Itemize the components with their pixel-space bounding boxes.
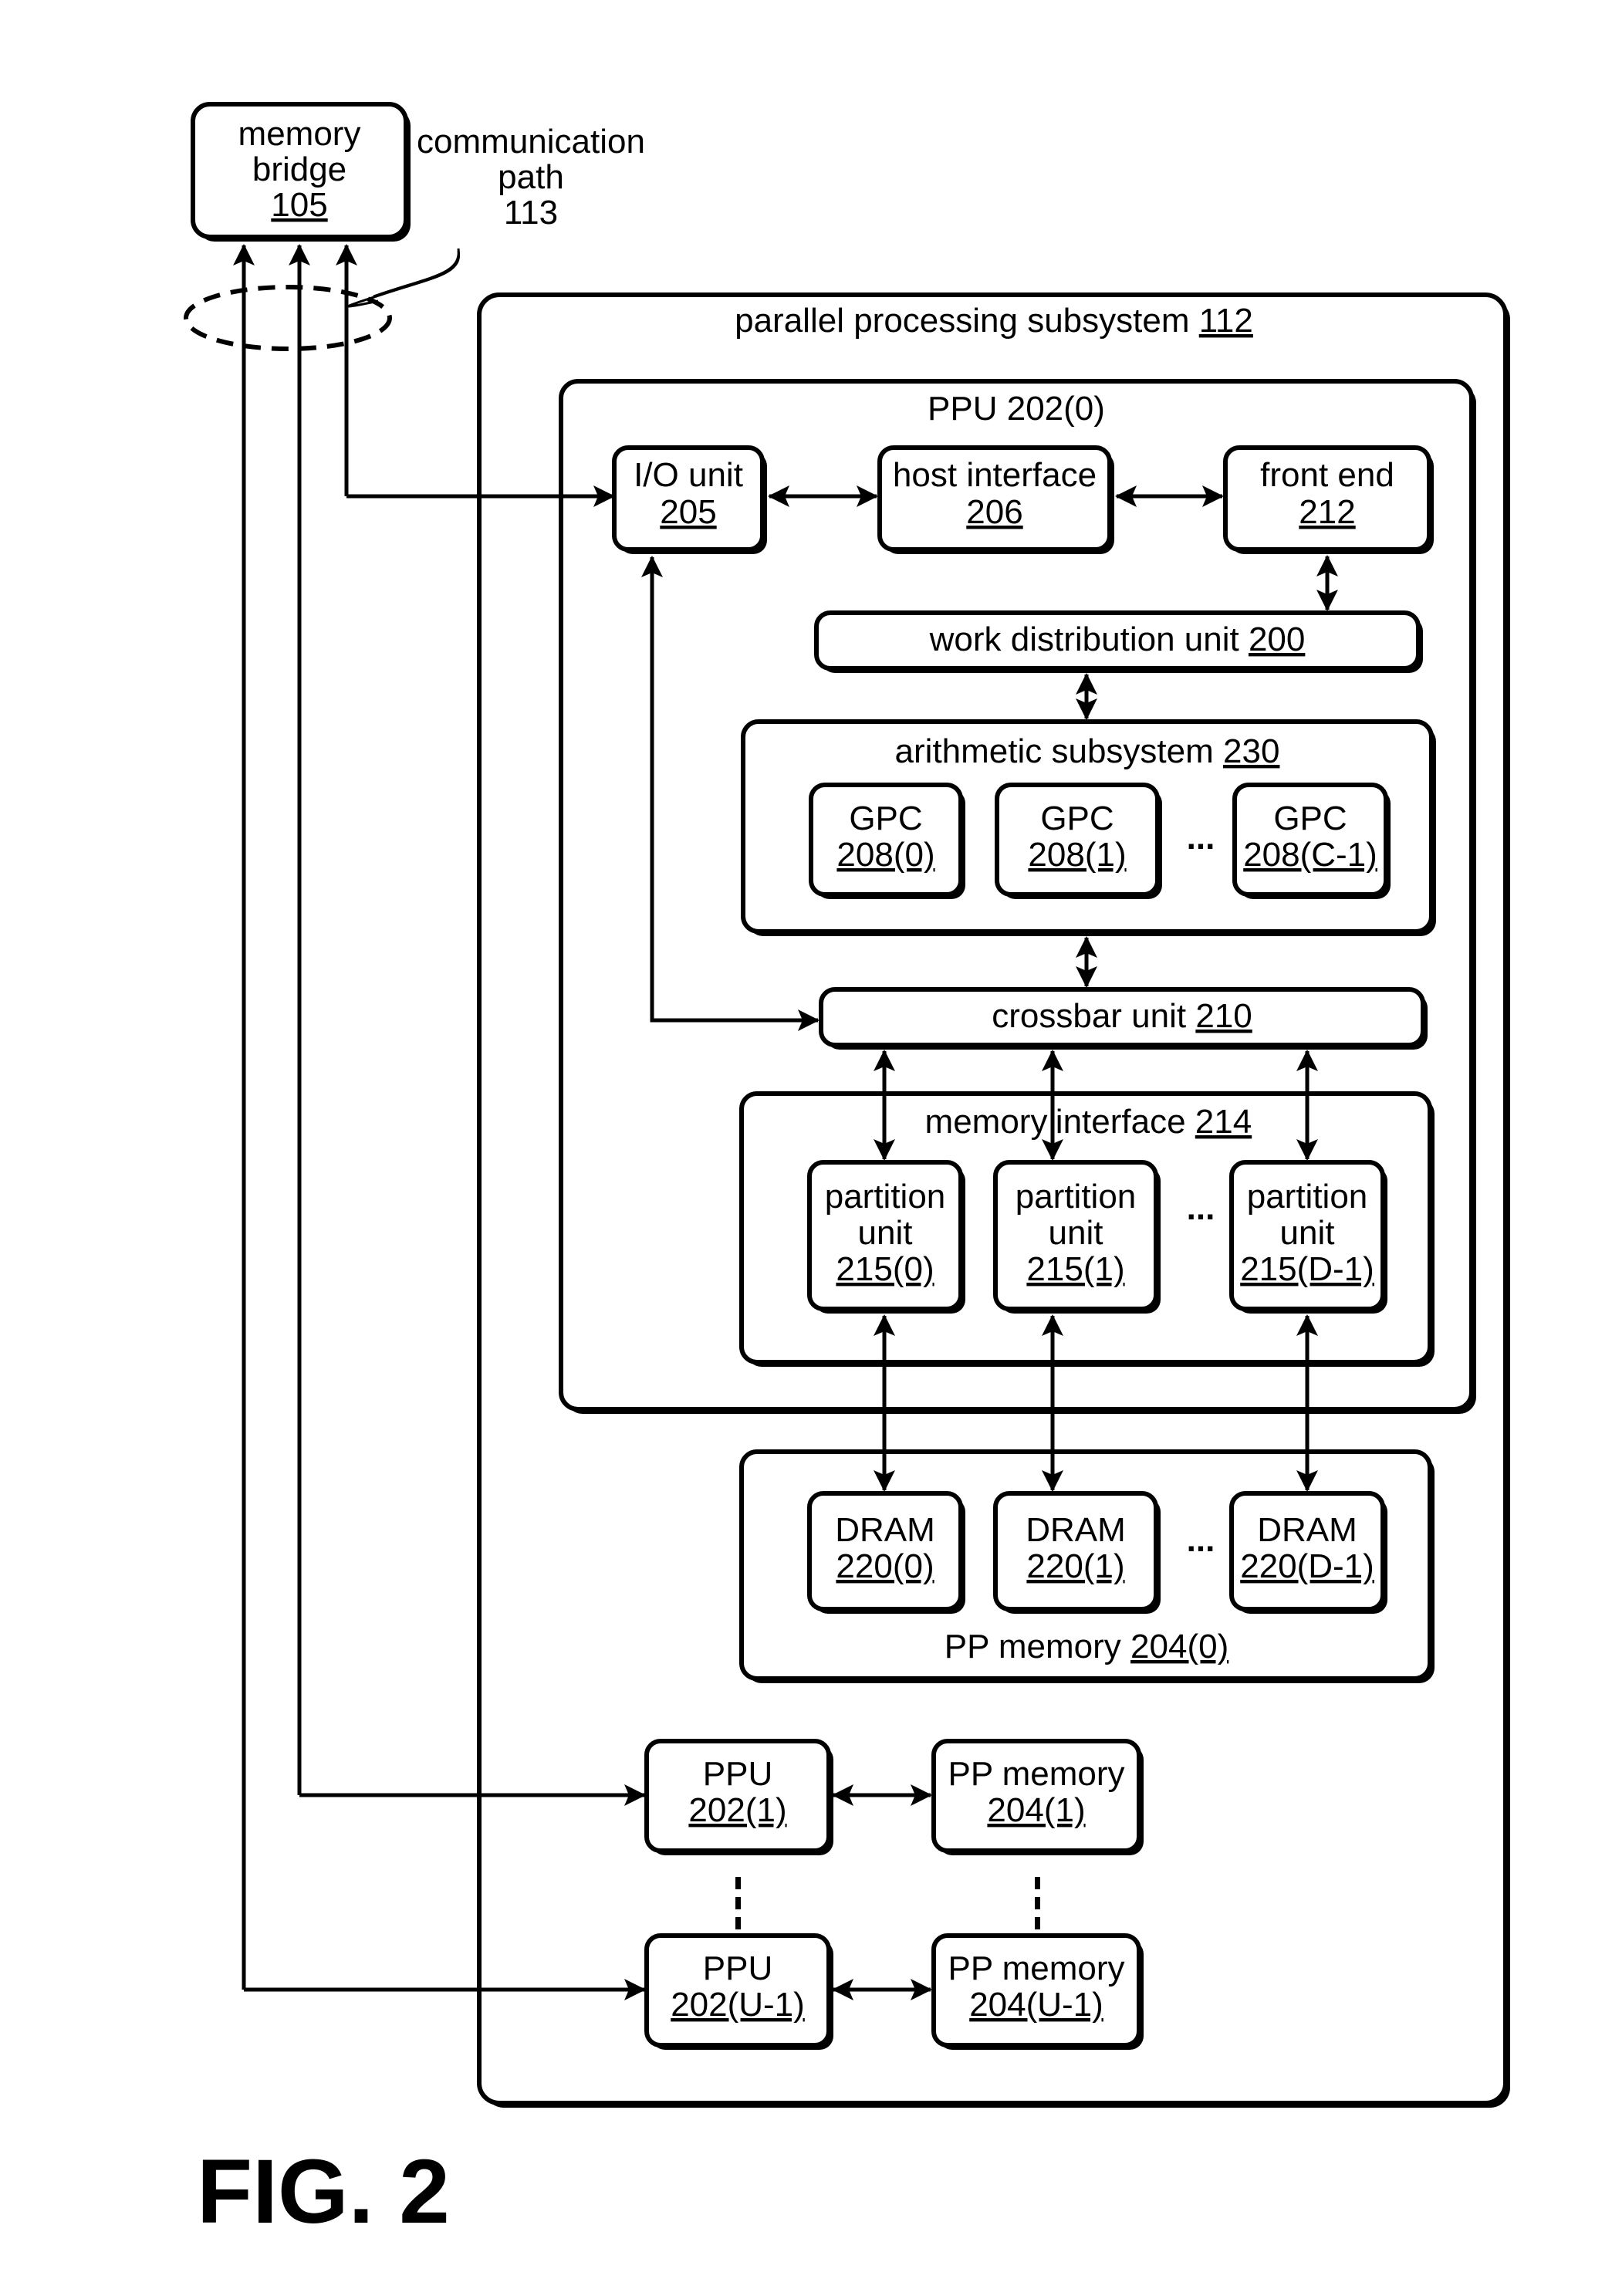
memory-bridge-block: memory bridge 105 [191, 102, 411, 242]
gpc-last: GPC 208(C-1) [1232, 783, 1391, 899]
gpc-1-label: GPC [1040, 800, 1114, 837]
gpc-1: GPC 208(1) [995, 783, 1162, 899]
dram-1-label: DRAM [1026, 1511, 1126, 1549]
partition-unit-0-ref: 215(0) [836, 1250, 934, 1288]
fig2-block-diagram: memory bridge 105 communication path 113… [184, 102, 1510, 2243]
communication-path-ellipse [184, 285, 392, 351]
host-interface-block: host interface 206 [877, 445, 1114, 554]
dram-ellipsis: ... [1187, 1521, 1215, 1559]
partition-unit-1-label-2: unit [1049, 1214, 1103, 1252]
pp-memory-1-label: PP memory [948, 1755, 1124, 1793]
dram-0-label: DRAM [835, 1511, 935, 1549]
dram-1: DRAM 220(1) [993, 1491, 1161, 1614]
memory-interface-label-b: interface 214 [1056, 1103, 1252, 1141]
partition-unit-last-label-1: partition [1247, 1178, 1368, 1216]
memory-bridge-label-1: memory [238, 115, 361, 153]
pp-memory-1-ref: 204(1) [987, 1791, 1085, 1829]
ppu-last-ref: 202(U-1) [671, 1986, 805, 2024]
callout-leader-line [347, 250, 461, 308]
gpc-0-label: GPC [849, 800, 922, 837]
partition-unit-last: partition unit 215(D-1) [1229, 1160, 1387, 1314]
partition-unit-last-ref: 215(D-1) [1240, 1250, 1374, 1288]
io-unit-block: I/O unit 205 [612, 445, 767, 554]
pp-memory-last-block: PP memory 204(U-1) [931, 1933, 1144, 2050]
pp-memory-last-label: PP memory [948, 1949, 1124, 1987]
dram-last: DRAM 220(D-1) [1229, 1491, 1387, 1614]
communication-path-ref: 113 [504, 194, 558, 232]
partition-unit-0-label-2: unit [858, 1214, 913, 1252]
work-distribution-unit-block: work distribution unit 200 [814, 610, 1423, 673]
gpc-0: GPC 208(0) [809, 783, 965, 899]
gpc-ellipsis: ... [1187, 819, 1215, 857]
communication-path-label-1: communication [417, 123, 645, 161]
partition-unit-1-ref: 215(1) [1026, 1250, 1124, 1288]
partition-unit-0: partition unit 215(0) [807, 1160, 965, 1314]
dram-0: DRAM 220(0) [807, 1491, 965, 1614]
io-unit-label: I/O unit [634, 456, 743, 494]
partition-unit-0-label-1: partition [825, 1178, 946, 1216]
partition-unit-1: partition unit 215(1) [993, 1160, 1161, 1314]
dram-0-ref: 220(0) [836, 1547, 934, 1585]
pp-memory-0-label: PP memory 204(0) [945, 1628, 1228, 1665]
vertical-ellipsis-pp-memory [1035, 1877, 1040, 1929]
communication-path-label-2: path [498, 158, 564, 196]
ppu-1-label: PPU [703, 1755, 772, 1793]
ppu-last-label: PPU [703, 1949, 772, 1987]
arithmetic-subsystem-label: arithmetic subsystem 230 [895, 732, 1280, 770]
front-end-block: front end 212 [1223, 445, 1434, 554]
work-distribution-unit-label: work distribution unit 200 [929, 620, 1306, 658]
dram-last-ref: 220(D-1) [1240, 1547, 1374, 1585]
vertical-ellipsis-ppu [735, 1877, 741, 1929]
io-unit-ref: 205 [660, 493, 716, 531]
dram-1-ref: 220(1) [1026, 1547, 1124, 1585]
host-interface-ref: 206 [966, 493, 1022, 531]
dram-last-label: DRAM [1257, 1511, 1357, 1549]
ppu-1-ref: 202(1) [688, 1791, 786, 1829]
gpc-0-ref: 208(0) [836, 836, 934, 874]
ppu-last-block: PPU 202(U-1) [644, 1933, 833, 2050]
memory-interface-label-a: memory [925, 1103, 1048, 1141]
partition-unit-1-label-1: partition [1016, 1178, 1137, 1216]
memory-bridge-ref: 105 [271, 186, 327, 224]
front-end-ref: 212 [1299, 493, 1355, 531]
figure-label: FIG. 2 [197, 2141, 450, 2243]
gpc-1-ref: 208(1) [1028, 836, 1126, 874]
ppu-1-block: PPU 202(1) [644, 1739, 833, 1855]
partition-ellipsis: ... [1187, 1189, 1215, 1227]
gpc-last-label: GPC [1273, 800, 1347, 837]
parallel-processing-subsystem-label: parallel processing subsystem 112 [735, 302, 1253, 340]
gpc-last-ref: 208(C-1) [1243, 836, 1377, 874]
front-end-label: front end [1260, 456, 1394, 494]
host-interface-label: host interface [893, 456, 1097, 494]
crossbar-unit-label: crossbar unit 210 [992, 997, 1252, 1035]
partition-unit-last-label-2: unit [1280, 1214, 1335, 1252]
memory-bridge-label-2: bridge [252, 150, 346, 188]
pp-memory-last-ref: 204(U-1) [969, 1986, 1103, 2024]
pp-memory-1-block: PP memory 204(1) [931, 1739, 1144, 1855]
callout-leader-line-main [373, 248, 460, 298]
ppu-0-label: PPU 202(0) [928, 390, 1105, 428]
crossbar-unit-block: crossbar unit 210 [819, 987, 1428, 1050]
